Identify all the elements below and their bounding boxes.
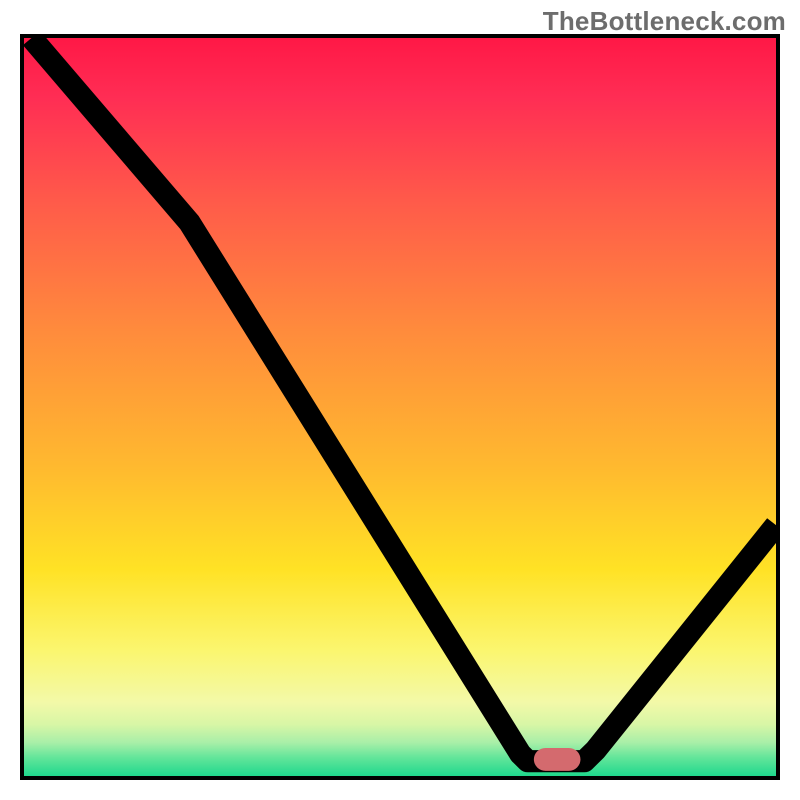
watermark-text: TheBottleneck.com (543, 6, 786, 37)
optimal-marker (534, 748, 581, 771)
chart-plot-area (24, 38, 776, 776)
